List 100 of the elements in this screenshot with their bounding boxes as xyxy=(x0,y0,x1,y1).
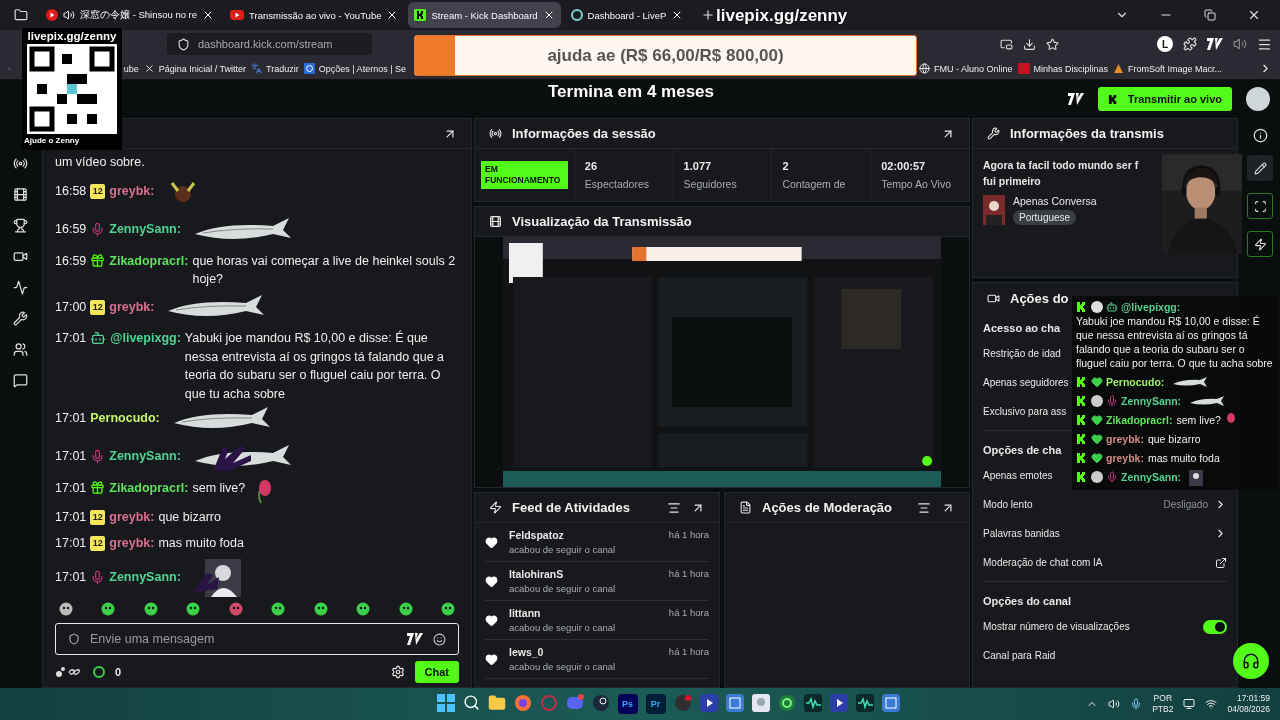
speaker-icon[interactable] xyxy=(1108,698,1121,710)
broadcast-icon[interactable] xyxy=(12,156,28,171)
emoji-icon[interactable] xyxy=(433,632,446,646)
setting-label[interactable]: Palavras banidas xyxy=(983,528,1060,539)
message-input[interactable]: Envie uma mensagem xyxy=(55,623,459,655)
extensions-icon[interactable] xyxy=(1183,37,1197,51)
new-tab-icon[interactable] xyxy=(701,8,716,22)
filter-icon[interactable] xyxy=(667,500,681,515)
bookmark-link[interactable]: Minhas Disciplinas xyxy=(1017,63,1109,74)
bookmark-link[interactable]: Opções | Aternos | Se xyxy=(303,63,406,74)
seven-tv-logo-icon[interactable] xyxy=(1067,93,1084,105)
avatar[interactable] xyxy=(1246,87,1270,111)
app-icon[interactable]: Pr xyxy=(645,694,666,714)
browser-tab[interactable]: Transmissão ao vivo - YouTube xyxy=(224,2,405,28)
close-icon[interactable] xyxy=(1247,8,1261,22)
waveform-icon[interactable] xyxy=(855,694,874,712)
restore-icon[interactable] xyxy=(1204,9,1216,21)
settings-icon[interactable] xyxy=(390,665,405,679)
chat-icon[interactable] xyxy=(12,373,28,388)
bookmark-star-icon[interactable] xyxy=(1046,37,1059,51)
bookmark-link[interactable]: FMU - Aluno Online xyxy=(919,63,1013,74)
bookmark-link[interactable]: ube xyxy=(123,63,139,74)
shield-icon[interactable] xyxy=(68,633,80,645)
users-icon[interactable] xyxy=(12,342,28,357)
browser-tab[interactable]: Dashboard - LiveP xyxy=(564,2,690,28)
category-name[interactable]: Apenas Conversa xyxy=(1013,195,1097,207)
keyboard-layout[interactable]: POR PTB2 xyxy=(1152,693,1174,715)
setting-label[interactable]: Moderação de chat com IA xyxy=(983,557,1103,568)
chat-username[interactable]: @livepixgg: xyxy=(110,329,181,348)
play-icon[interactable] xyxy=(699,694,718,712)
microphone-icon[interactable] xyxy=(1130,698,1143,710)
profile-avatar[interactable]: L xyxy=(1157,36,1173,52)
waveform-icon[interactable] xyxy=(803,694,822,712)
chat-username[interactable]: greybk: xyxy=(109,182,155,201)
speaker-icon[interactable] xyxy=(63,9,75,21)
app-icon[interactable] xyxy=(777,694,796,712)
emote-icon[interactable] xyxy=(398,602,413,616)
chat-username[interactable]: Pernocudo: xyxy=(90,409,160,428)
emote-icon[interactable] xyxy=(440,602,455,616)
play-icon[interactable] xyxy=(829,694,848,712)
external-link-icon[interactable] xyxy=(1215,556,1227,569)
toggle-switch[interactable] xyxy=(1203,619,1227,634)
download-icon[interactable] xyxy=(1023,37,1036,51)
bookmark-link[interactable]: Página Inicial / Twitter xyxy=(143,63,247,74)
lightning-button[interactable] xyxy=(1247,231,1273,257)
chat-username[interactable]: ZennySann: xyxy=(109,568,181,587)
emote-icon[interactable] xyxy=(313,602,328,616)
chat-username[interactable]: greybk: xyxy=(109,508,155,527)
emote-icon[interactable] xyxy=(59,602,73,616)
picture-in-picture-icon[interactable] xyxy=(1000,37,1013,51)
chart-icon[interactable] xyxy=(12,280,28,295)
edit-button[interactable] xyxy=(1247,155,1273,181)
address-field[interactable]: dashboard.kick.com/stream xyxy=(167,33,372,55)
wrench-icon[interactable] xyxy=(12,311,28,326)
emote-icon[interactable] xyxy=(271,602,286,616)
browser-tab[interactable]: Stream - Kick Dashboard xyxy=(408,2,561,28)
browser-icon[interactable] xyxy=(513,694,532,712)
scan-button[interactable] xyxy=(1247,193,1273,219)
emote-icon[interactable] xyxy=(228,602,243,616)
shield-icon[interactable] xyxy=(177,37,190,51)
bookmark-link[interactable]: FromSoft Image Macr... xyxy=(1113,63,1223,74)
camera-icon[interactable] xyxy=(12,249,28,264)
chat-username[interactable]: Zikadopracrl: xyxy=(109,251,189,270)
subscriber-badge: 12 xyxy=(90,299,106,315)
bookmark-link[interactable]: Traduzir xyxy=(251,63,299,74)
app-icon[interactable] xyxy=(881,694,900,712)
emote-icon[interactable] xyxy=(356,602,371,616)
trophy-icon[interactable] xyxy=(12,218,28,233)
chat-username[interactable]: greybk: xyxy=(109,534,155,553)
monitor-icon[interactable] xyxy=(1183,698,1196,710)
record-icon[interactable] xyxy=(673,694,692,712)
emote-icon[interactable] xyxy=(101,602,116,616)
clock[interactable]: 17:01:59 04/08/2026 xyxy=(1227,693,1270,715)
menu-icon[interactable] xyxy=(1257,36,1272,52)
chat-button[interactable]: Chat xyxy=(414,661,459,683)
network-icon[interactable] xyxy=(1205,698,1218,710)
emote-icon[interactable] xyxy=(186,602,201,616)
chat-username[interactable]: ZennySann: xyxy=(109,220,181,239)
info-icon[interactable] xyxy=(1252,128,1268,143)
chat-username[interactable]: ZennySann: xyxy=(109,447,181,466)
setting-label[interactable]: Modo lento xyxy=(983,499,1033,510)
app-icon[interactable] xyxy=(751,694,770,712)
windows-start-icon[interactable] xyxy=(436,694,455,712)
app-icon[interactable]: Ps xyxy=(617,694,638,714)
app-icon[interactable] xyxy=(725,694,744,712)
seven-tv-logo-icon[interactable] xyxy=(407,633,423,645)
chat-username[interactable]: greybk: xyxy=(109,297,155,317)
chat-username[interactable]: Zikadopracrl: xyxy=(109,478,189,498)
go-live-button[interactable]: Transmitir ao vivo xyxy=(1097,87,1232,111)
filter-icon[interactable] xyxy=(917,500,931,515)
browser-tab[interactable]: 深窓の令嬢 - Shinsou no re xyxy=(40,2,221,28)
folder-icon[interactable] xyxy=(487,694,506,712)
setting-label[interactable]: Mostrar número de visualizações xyxy=(983,621,1130,632)
seven-tv-logo-icon[interactable] xyxy=(1207,38,1223,50)
video-icon[interactable] xyxy=(12,187,28,202)
support-button[interactable] xyxy=(1233,643,1269,679)
setting-label: Apenas emotes xyxy=(983,470,1053,481)
emote-icon[interactable] xyxy=(143,602,158,616)
steam-icon[interactable] xyxy=(591,694,610,712)
search-icon[interactable] xyxy=(462,694,480,711)
